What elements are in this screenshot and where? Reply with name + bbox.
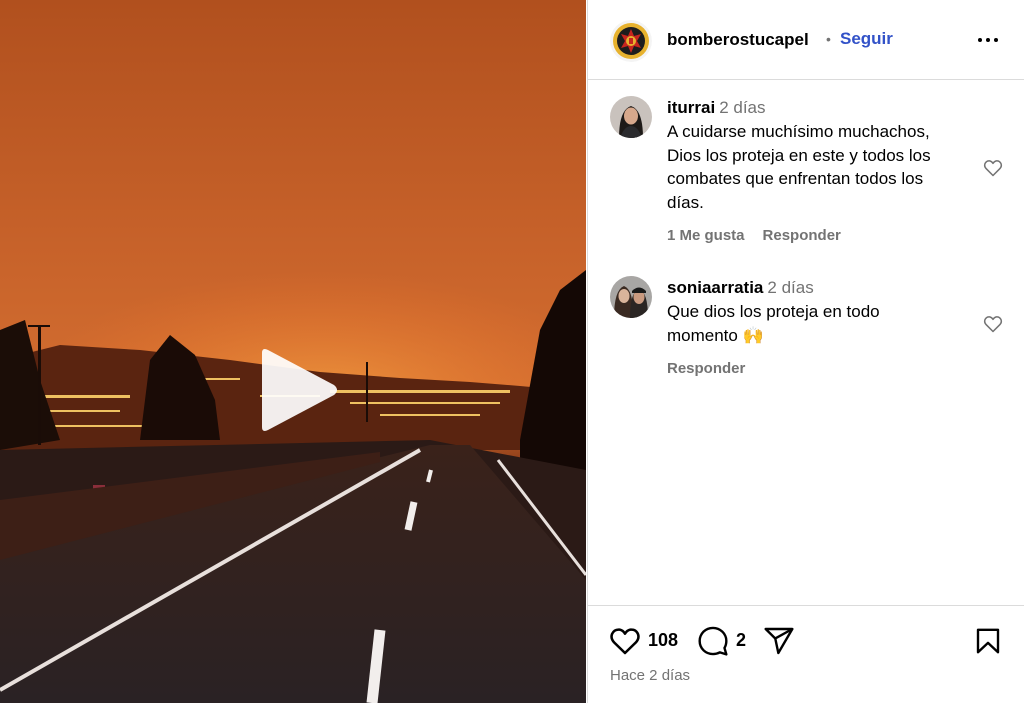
- comment-actions: Responder: [667, 360, 763, 377]
- firefighter-badge-icon: [610, 20, 652, 62]
- like-count[interactable]: 108: [648, 630, 678, 651]
- heart-icon: [983, 160, 1003, 177]
- play-icon: [262, 349, 337, 431]
- more-options-button[interactable]: [976, 28, 1000, 52]
- comment-line: momento 🙌: [667, 325, 764, 345]
- comment-like-button[interactable]: [983, 158, 1003, 178]
- heart-icon: [983, 316, 1003, 333]
- comment-header: soniaarratia 2 días: [667, 277, 814, 299]
- comment-actions: 1 Me gusta Responder: [667, 227, 859, 244]
- post-side-panel: bomberostucapel • Seguir iturrai 2 días A…: [587, 0, 1024, 703]
- comment-count[interactable]: 2: [736, 630, 746, 651]
- author-username[interactable]: bomberostucapel: [667, 30, 809, 50]
- comment-header: iturrai 2 días: [667, 97, 766, 119]
- more-options-icon: [978, 38, 998, 42]
- comment-button[interactable]: [697, 625, 729, 657]
- share-button[interactable]: [763, 625, 795, 657]
- avatar-photo: [610, 96, 652, 138]
- comment-line: Dios los proteja en este y todos los: [667, 145, 931, 165]
- post-date: Hace 2 días: [610, 667, 691, 684]
- bookmark-icon: [976, 628, 1000, 654]
- author-avatar[interactable]: [610, 20, 652, 62]
- avatar-photo: [610, 276, 652, 318]
- post-header: bomberostucapel • Seguir: [588, 0, 1024, 80]
- comment-text: Que dios los proteja en todo momento 🙌: [667, 300, 967, 347]
- like-button[interactable]: [609, 626, 641, 656]
- comment-line: días.: [667, 192, 704, 212]
- comment-username[interactable]: soniaarratia: [667, 278, 763, 297]
- heart-icon: [610, 628, 640, 655]
- comment-likes-count[interactable]: 1 Me gusta: [667, 227, 745, 244]
- share-icon: [764, 627, 794, 655]
- comment-line: Que dios los proteja en todo: [667, 302, 880, 321]
- reply-button[interactable]: Responder: [763, 227, 841, 244]
- post-footer: 108 2 Hace 2 días: [588, 605, 1024, 703]
- header-separator: •: [826, 31, 831, 47]
- reply-button[interactable]: Responder: [667, 360, 745, 377]
- post-video[interactable]: [0, 0, 586, 703]
- play-button[interactable]: [252, 345, 342, 435]
- commenter-avatar[interactable]: [610, 96, 652, 138]
- comment-line: combates que enfrentan todos los: [667, 169, 924, 188]
- comment-time: 2 días: [719, 98, 766, 117]
- commenter-avatar[interactable]: [610, 276, 652, 318]
- follow-button[interactable]: Seguir: [840, 29, 893, 49]
- comment-username[interactable]: iturrai: [667, 98, 715, 117]
- comment-time: 2 días: [767, 278, 814, 297]
- comment-like-button[interactable]: [983, 314, 1003, 334]
- comment-line: A cuidarse muchísimo muchachos,: [667, 122, 930, 141]
- comment-text: A cuidarse muchísimo muchachos, Dios los…: [667, 120, 967, 214]
- save-button[interactable]: [973, 626, 1003, 656]
- comment-icon: [698, 626, 728, 656]
